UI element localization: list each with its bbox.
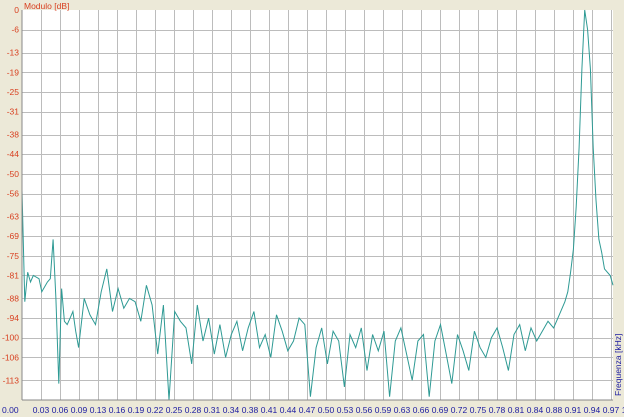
x-tick-label: 0.72	[451, 405, 468, 415]
y-tick-label: -88	[7, 293, 20, 303]
x-axis-label: Frequenza [kHz]	[613, 334, 623, 396]
x-tick-label: 0.81	[508, 405, 525, 415]
x-tick-label: 0.44	[280, 405, 297, 415]
y-tick-label: -38	[7, 130, 20, 140]
y-tick-label: -75	[7, 251, 20, 261]
x-tick-label: 0.69	[432, 405, 449, 415]
y-tick-label: -56	[7, 189, 20, 199]
x-tick-label: 0.97	[603, 405, 620, 415]
y-tick-label: -69	[7, 231, 20, 241]
x-tick-label: 0.25	[166, 405, 183, 415]
x-tick-label: 0.78	[489, 405, 506, 415]
x-tick-label: 0.03	[33, 405, 50, 415]
y-tick-labels: 0 -6 -13 -19 -25 -31 -38 -44 -50 -56 -63 -69 -75 -81 -…	[2, 5, 19, 385]
x-tick-label: 0.56	[356, 405, 373, 415]
x-tick-label: 0.16	[109, 405, 126, 415]
x-tick-label: 0.84	[527, 405, 544, 415]
y-tick-label: -13	[7, 48, 20, 58]
x-tick-label: 0.63	[394, 405, 411, 415]
y-tick-label: -6	[11, 25, 19, 35]
x-tick-label: 0.00	[2, 405, 19, 415]
y-tick-label: -113	[3, 375, 20, 385]
y-tick-label: -100	[2, 333, 19, 343]
x-tick-label: 0.75	[470, 405, 487, 415]
x-tick-label: 0.09	[71, 405, 88, 415]
x-tick-label: 0.53	[337, 405, 354, 415]
y-tick-label: -81	[7, 270, 20, 280]
x-tick-label: 0.31	[204, 405, 221, 415]
spectrum-chart: 0 -6 -13 -19 -25 -31 -38 -44 -50 -56 -63 -69 -75 -81 -…	[2, 1, 624, 415]
x-tick-label: 0.88	[546, 405, 563, 415]
x-tick-label: 0.19	[128, 405, 145, 415]
x-tick-label: 0.66	[413, 405, 430, 415]
y-tick-label: -106	[2, 352, 19, 362]
y-tick-label: -25	[7, 87, 20, 97]
x-tick-label: 0.59	[375, 405, 392, 415]
x-tick-label: 0.50	[318, 405, 335, 415]
y-tick-label: -44	[7, 149, 20, 159]
x-tick-label: 0.13	[90, 405, 107, 415]
x-tick-label: 0.94	[584, 405, 601, 415]
x-tick-labels: 0.00 0.03 0.06 0.09 0.13 0.16 0.19 0.22 0.25 0.28…	[2, 405, 624, 415]
y-tick-label: -19	[7, 67, 20, 77]
x-tick-label: 0.28	[185, 405, 202, 415]
y-axis-label: Modulo [dB]	[24, 1, 69, 11]
x-tick-label: 0.41	[261, 405, 278, 415]
y-tick-label: 0	[14, 5, 19, 15]
y-tick-label: -50	[7, 169, 20, 179]
x-tick-label: 0.22	[147, 405, 164, 415]
y-tick-label: -94	[7, 313, 20, 323]
y-tick-label: -63	[7, 211, 20, 221]
x-tick-label: 0.38	[242, 405, 259, 415]
x-tick-label: 0.06	[52, 405, 69, 415]
x-tick-label: 0.34	[223, 405, 240, 415]
y-tick-label: -31	[7, 107, 20, 117]
x-tick-label: 0.47	[299, 405, 316, 415]
x-tick-label: 0.91	[565, 405, 582, 415]
